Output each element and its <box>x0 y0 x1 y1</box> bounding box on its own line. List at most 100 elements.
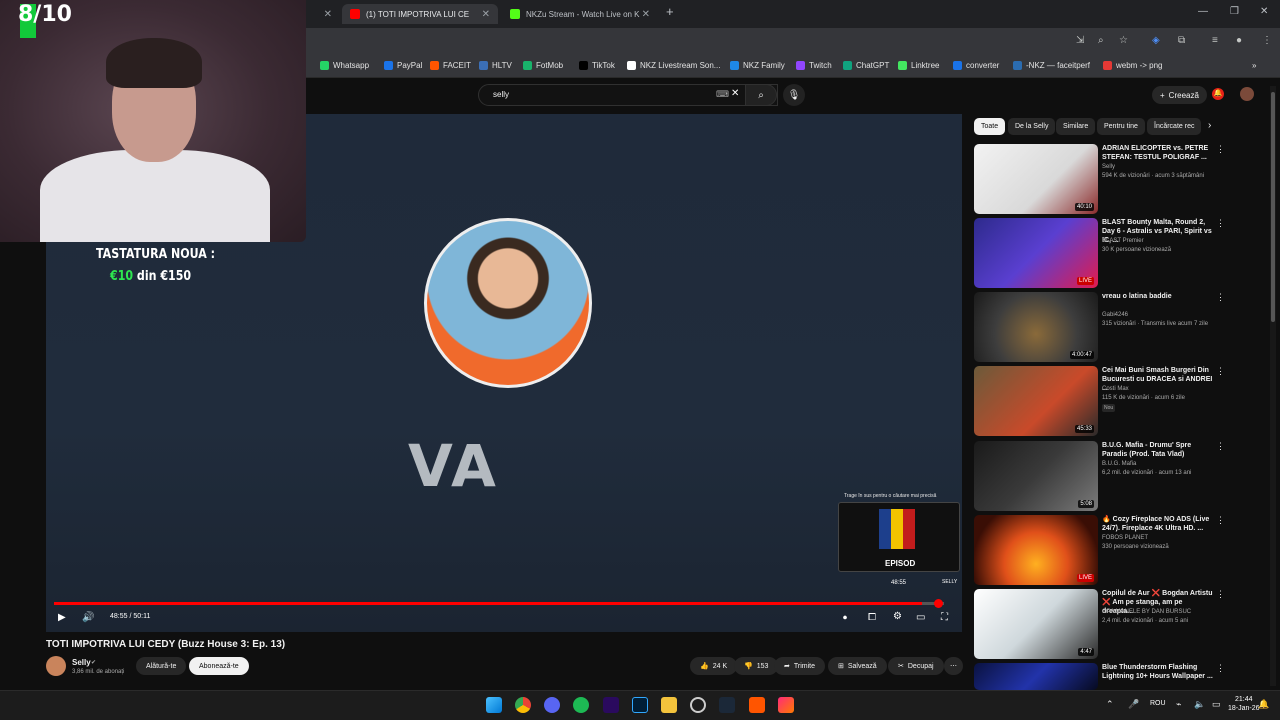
account-avatar[interactable] <box>1240 87 1254 101</box>
network-icon[interactable]: ⌁ <box>1176 699 1181 710</box>
chip-all[interactable]: Toate <box>974 118 1006 135</box>
clip-button[interactable]: ✂ Decupaj <box>888 657 944 675</box>
video-thumbnail[interactable] <box>974 663 1098 690</box>
photoshop-app-icon[interactable] <box>632 697 648 713</box>
channel-avatar[interactable] <box>46 656 66 676</box>
chip-for-you[interactable]: Pentru tine <box>1097 118 1145 135</box>
video-thumbnail[interactable]: 45:33 <box>974 366 1098 436</box>
bookmark-star-icon[interactable]: ☆ <box>1119 35 1128 46</box>
notification-icon[interactable]: 🔔 <box>1258 699 1269 710</box>
media-icon[interactable]: ≡ <box>1212 35 1218 46</box>
channel-name[interactable]: OPA MANELE BY DAN BURSUC <box>1102 609 1191 615</box>
autoplay-toggle-icon[interactable]: ⏺ <box>843 613 847 623</box>
like-button[interactable]: 👍 24 K <box>690 657 738 675</box>
subscribe-button[interactable]: Abonează-te <box>189 657 249 675</box>
discord-app-icon[interactable] <box>544 697 560 713</box>
save-button[interactable]: ⊞ Salvează <box>828 657 887 675</box>
video-title[interactable]: 🔥 Cozy Fireplace NO ADS (Live 24/7). Fir… <box>1102 515 1214 533</box>
browser-tab-active[interactable]: (1) TOTI IMPOTRIVA LUI CE ✕ <box>342 4 498 24</box>
close-window-button[interactable]: ✕ <box>1260 6 1268 17</box>
video-thumbnail[interactable]: 5:08 <box>974 441 1098 511</box>
bookmark-item[interactable]: FotMob <box>523 61 563 70</box>
channel-name[interactable]: B.U.G. Mafia <box>1102 461 1136 467</box>
video-thumbnail[interactable]: 4:47 <box>974 589 1098 659</box>
channel-name[interactable]: Gabi4246 <box>1102 312 1128 318</box>
page-scrollbar[interactable] <box>1270 86 1276 686</box>
more-options-icon[interactable]: ⋮ <box>1216 663 1225 674</box>
video-title[interactable]: vreau o latina baddie <box>1102 292 1214 301</box>
keyboard-icon[interactable]: ⌨ <box>716 89 729 100</box>
video-title[interactable]: ADRIAN ELICOPTER vs. PETRE STEFAN: TESTU… <box>1102 144 1214 162</box>
bookmark-item[interactable]: TikTok <box>579 61 615 70</box>
subtitles-icon[interactable]: ⧠ <box>868 612 876 623</box>
more-options-icon[interactable]: ⋮ <box>1216 589 1225 600</box>
create-button[interactable]: + Creează <box>1152 86 1207 104</box>
battery-icon[interactable]: ▭ <box>1212 699 1221 710</box>
fullscreen-icon[interactable]: ⛶ <box>941 612 948 623</box>
scrollbar-thumb[interactable] <box>1271 92 1275 322</box>
extensions-puzzle-icon[interactable]: ⧉ <box>1178 35 1185 46</box>
recommended-video[interactable]: 4:47 Copilul de Aur ❌ Bogdan Artistu ❌ Am… <box>974 589 1264 659</box>
bookmark-item[interactable]: webm -> png <box>1103 61 1162 70</box>
maximize-button[interactable]: ❐ <box>1230 6 1239 17</box>
more-options-icon[interactable]: ⋮ <box>1216 366 1225 377</box>
bookmarks-overflow-icon[interactable]: » <box>1252 61 1256 70</box>
input-language[interactable]: ROU <box>1150 700 1166 707</box>
video-title[interactable]: B.U.G. Mafia - Drumu' Spre Paradis (Prod… <box>1102 441 1214 459</box>
bookmark-item[interactable]: PayPal <box>384 61 422 70</box>
search-button[interactable]: ⌕ <box>745 84 777 106</box>
channel-name[interactable]: FOBOS PLANET <box>1102 535 1148 541</box>
recommended-video[interactable]: LIVE BLAST Bounty Malta, Round 2, Day 6 -… <box>974 218 1264 288</box>
recommended-video[interactable]: 5:08 B.U.G. Mafia - Drumu' Spre Paradis (… <box>974 441 1264 511</box>
join-button[interactable]: Alătură-te <box>136 657 187 675</box>
settings-gear-icon[interactable]: ⚙ <box>893 611 902 622</box>
file-explorer-icon[interactable] <box>661 697 677 713</box>
video-thumbnail[interactable]: LIVE <box>974 218 1098 288</box>
notifications-bell-icon[interactable]: 🔔 <box>1212 88 1224 100</box>
more-actions-button[interactable]: ⋯ <box>944 657 963 675</box>
recommended-video[interactable]: LIVE 🔥 Cozy Fireplace NO ADS (Live 24/7).… <box>974 515 1264 585</box>
more-options-icon[interactable]: ⋮ <box>1216 292 1225 303</box>
premiere-app-icon[interactable] <box>603 697 619 713</box>
recommended-video[interactable]: 40:10 ADRIAN ELICOPTER vs. PETRE STEFAN: … <box>974 144 1264 214</box>
channel-name[interactable]: Costi Max <box>1102 386 1129 392</box>
more-options-icon[interactable]: ⋮ <box>1216 218 1225 229</box>
new-tab-button[interactable]: + <box>666 4 674 19</box>
chips-next-icon[interactable]: › <box>1208 120 1211 131</box>
chip-from-selly[interactable]: De la Selly <box>1008 118 1056 135</box>
minimize-button[interactable]: — <box>1198 6 1208 17</box>
recommended-video[interactable]: 4:00:47 vreau o latina baddie Gabi4246 315 … <box>974 292 1264 362</box>
close-tab-icon[interactable]: ✕ <box>482 9 490 20</box>
obs-app-icon[interactable] <box>690 697 706 713</box>
close-tab-icon[interactable]: ✕ <box>324 9 332 20</box>
scrubber-handle[interactable] <box>934 599 943 608</box>
profile-icon[interactable]: ● <box>1236 35 1242 46</box>
miniplayer-icon[interactable]: ▭ <box>916 612 925 623</box>
channel-name[interactable]: BLAST Premier <box>1102 238 1144 244</box>
close-tab-icon[interactable]: ✕ <box>642 9 650 20</box>
progress-bar[interactable] <box>54 602 944 605</box>
play-icon[interactable]: ▶ <box>58 612 66 623</box>
bookmark-item[interactable]: NKZ Family <box>730 61 785 70</box>
start-windows-icon[interactable] <box>486 697 502 713</box>
bookmark-item[interactable]: converter <box>953 61 999 70</box>
chrome-app-icon[interactable] <box>515 697 531 713</box>
bookmark-item[interactable]: NKZ Livestream Son... <box>627 61 720 70</box>
video-title[interactable]: Blue Thunderstorm Flashing Lightning 10+… <box>1102 663 1214 681</box>
volume-icon[interactable]: 🔊 <box>82 612 94 623</box>
bookmark-item[interactable]: Linktree <box>898 61 939 70</box>
bookmark-item[interactable]: -NKZ — faceitperf <box>1013 61 1090 70</box>
channel-name[interactable]: Selly <box>72 658 91 667</box>
video-thumbnail[interactable]: LIVE <box>974 515 1098 585</box>
video-thumbnail[interactable]: 40:10 <box>974 144 1098 214</box>
chip-related[interactable]: Similare <box>1056 118 1096 135</box>
speaker-icon[interactable]: 🔈 <box>1194 699 1205 710</box>
bookmark-item[interactable]: FACEIT <box>430 61 471 70</box>
dislike-button[interactable]: 👎 153 <box>734 657 779 675</box>
more-options-icon[interactable]: ⋮ <box>1216 515 1225 526</box>
video-thumbnail[interactable]: 4:00:47 <box>974 292 1098 362</box>
extension-icon[interactable]: ◈ <box>1152 35 1160 46</box>
bookmark-item[interactable]: ChatGPT <box>843 61 889 70</box>
tray-arrow-icon[interactable]: ⌃ <box>1106 699 1114 710</box>
zoom-icon[interactable]: ⌕ <box>1098 35 1104 46</box>
